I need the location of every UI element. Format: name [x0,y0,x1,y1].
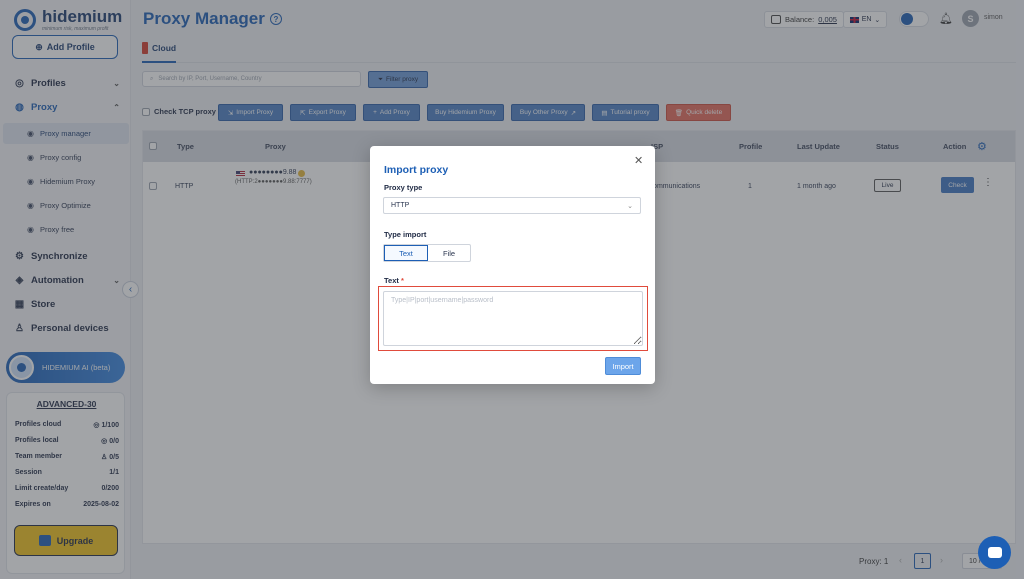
close-icon[interactable]: ✕ [634,154,643,167]
chat-support-icon[interactable] [978,536,1011,569]
chevron-down-icon: ⌄ [627,202,633,210]
text-input-highlight [378,286,648,351]
type-import-segmented: Text File [383,244,471,262]
import-button[interactable]: Import [605,357,641,375]
proxy-text-input[interactable] [383,291,643,346]
import-proxy-modal: Import proxy ✕ Proxy type HTTP ⌄ Type im… [370,146,655,384]
modal-title: Import proxy [384,164,449,176]
type-import-label: Type import [384,230,427,239]
type-import-text-button[interactable]: Text [384,245,428,261]
proxy-type-select[interactable]: HTTP ⌄ [383,197,641,214]
type-import-file-button[interactable]: File [428,245,470,261]
proxy-type-label: Proxy type [384,183,423,192]
text-label: Text * [384,276,404,285]
